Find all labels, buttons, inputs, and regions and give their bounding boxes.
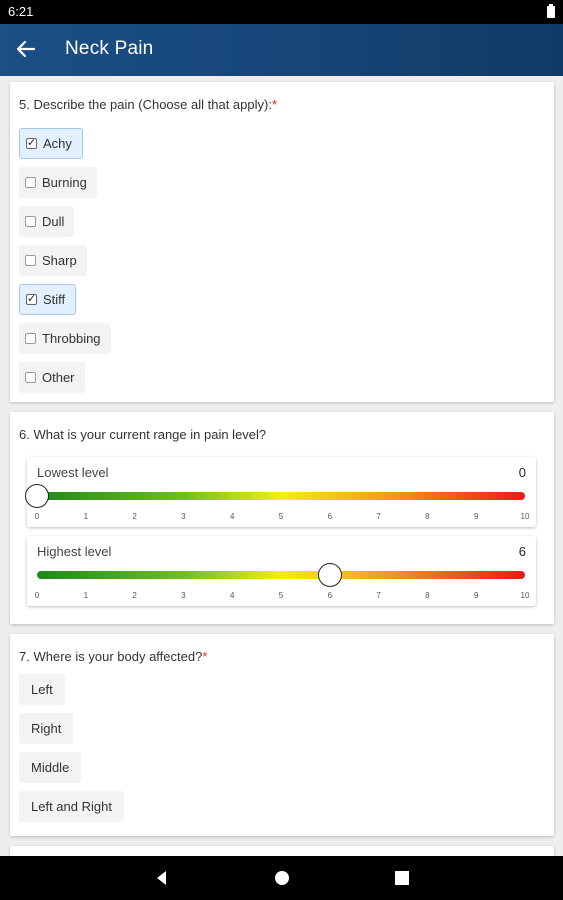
page-title: Neck Pain bbox=[65, 38, 154, 59]
tick-label: 2 bbox=[132, 512, 137, 521]
tick-label: 3 bbox=[181, 512, 186, 521]
system-nav-bar bbox=[0, 856, 563, 900]
battery-icon bbox=[547, 4, 555, 18]
checkbox-icon[interactable] bbox=[25, 177, 36, 188]
option-label: Achy bbox=[43, 136, 72, 151]
option-label: Burning bbox=[42, 175, 87, 190]
question-title: 6. What is your current range in pain le… bbox=[19, 427, 267, 442]
slider-label: Lowest level bbox=[37, 465, 109, 480]
checkbox-icon[interactable] bbox=[25, 333, 36, 344]
tick-label: 3 bbox=[181, 591, 186, 600]
slider-value: 0 bbox=[518, 465, 526, 480]
tick-label: 7 bbox=[376, 512, 381, 521]
checkbox-icon[interactable] bbox=[25, 372, 36, 383]
tick-label: 8 bbox=[425, 512, 430, 521]
tick-label: 1 bbox=[83, 591, 89, 600]
option-left-and-right[interactable]: Left and Right bbox=[19, 791, 124, 822]
option-stiff[interactable]: Stiff bbox=[19, 284, 77, 315]
tick-label: 6 bbox=[327, 591, 333, 600]
question-card-5: 5. Describe the pain (Choose all that ap… bbox=[10, 82, 554, 402]
tick-label: 2 bbox=[132, 591, 137, 600]
nav-home-icon[interactable] bbox=[272, 868, 292, 888]
tick-label: 8 bbox=[425, 591, 430, 600]
option-middle[interactable]: Middle bbox=[19, 752, 82, 783]
question-card-next bbox=[10, 846, 554, 856]
lowest-level-slider: Lowest level 0 0 1 2 3 4 5 6 7 8 9 10 bbox=[25, 457, 536, 527]
slider-thumb[interactable] bbox=[25, 484, 49, 508]
tick-label: 10 bbox=[520, 512, 530, 521]
form-content[interactable]: 5. Describe the pain (Choose all that ap… bbox=[0, 76, 563, 856]
question-card-7: 7. Where is your body affected?* Left Ri… bbox=[10, 634, 554, 836]
question-title: 5. Describe the pain (Choose all that ap… bbox=[19, 97, 277, 112]
tick-label: 4 bbox=[229, 591, 235, 600]
nav-recents-icon[interactable] bbox=[392, 868, 412, 888]
slider-track[interactable] bbox=[37, 492, 525, 500]
tick-label: 4 bbox=[229, 512, 235, 521]
option-label: Other bbox=[42, 370, 75, 385]
tick-label: 9 bbox=[473, 512, 479, 521]
slider-value: 6 bbox=[518, 544, 526, 559]
tick-label: 1 bbox=[83, 512, 89, 521]
option-achy[interactable]: Achy bbox=[19, 128, 83, 159]
option-label: Throbbing bbox=[42, 331, 101, 346]
slider-label: Highest level bbox=[37, 544, 112, 559]
checkbox-icon[interactable] bbox=[25, 216, 36, 227]
tick-label: 0 bbox=[34, 512, 40, 521]
option-dull[interactable]: Dull bbox=[19, 206, 75, 237]
option-sharp[interactable]: Sharp bbox=[19, 245, 87, 276]
option-label: Dull bbox=[42, 214, 65, 229]
slider-thumb[interactable] bbox=[317, 563, 342, 587]
option-other[interactable]: Other bbox=[19, 362, 85, 393]
tick-label: 6 bbox=[327, 512, 333, 521]
tick-label: 9 bbox=[473, 591, 479, 600]
option-label: Sharp bbox=[42, 253, 77, 268]
option-label: Stiff bbox=[43, 292, 66, 307]
tick-label: 5 bbox=[278, 591, 284, 600]
tick-label: 7 bbox=[376, 591, 381, 600]
nav-back-icon[interactable] bbox=[152, 868, 172, 888]
question-title: 7. Where is your body affected?* bbox=[19, 649, 208, 664]
status-bar: 6:21 bbox=[0, 0, 563, 24]
app-bar: Neck Pain bbox=[0, 24, 563, 76]
option-burning[interactable]: Burning bbox=[19, 167, 97, 198]
tick-label: 0 bbox=[34, 591, 40, 600]
checkbox-icon[interactable] bbox=[25, 255, 36, 266]
required-mark: * bbox=[271, 97, 277, 112]
checkbox-icon[interactable] bbox=[26, 292, 37, 305]
status-time: 6:21 bbox=[8, 4, 34, 19]
checkbox-icon[interactable] bbox=[26, 136, 37, 149]
back-arrow-icon[interactable] bbox=[14, 38, 36, 60]
required-mark: * bbox=[202, 649, 208, 664]
tick-label: 5 bbox=[278, 512, 284, 521]
question-card-6: 6. What is your current range in pain le… bbox=[10, 412, 554, 624]
tick-label: 10 bbox=[520, 591, 530, 600]
option-left[interactable]: Left bbox=[19, 674, 65, 705]
option-right[interactable]: Right bbox=[19, 713, 74, 744]
slider-track[interactable] bbox=[37, 571, 525, 579]
highest-level-slider: Highest level 6 0 1 2 3 4 5 6 7 8 9 10 bbox=[27, 536, 536, 606]
option-throbbing[interactable]: Throbbing bbox=[19, 323, 111, 354]
